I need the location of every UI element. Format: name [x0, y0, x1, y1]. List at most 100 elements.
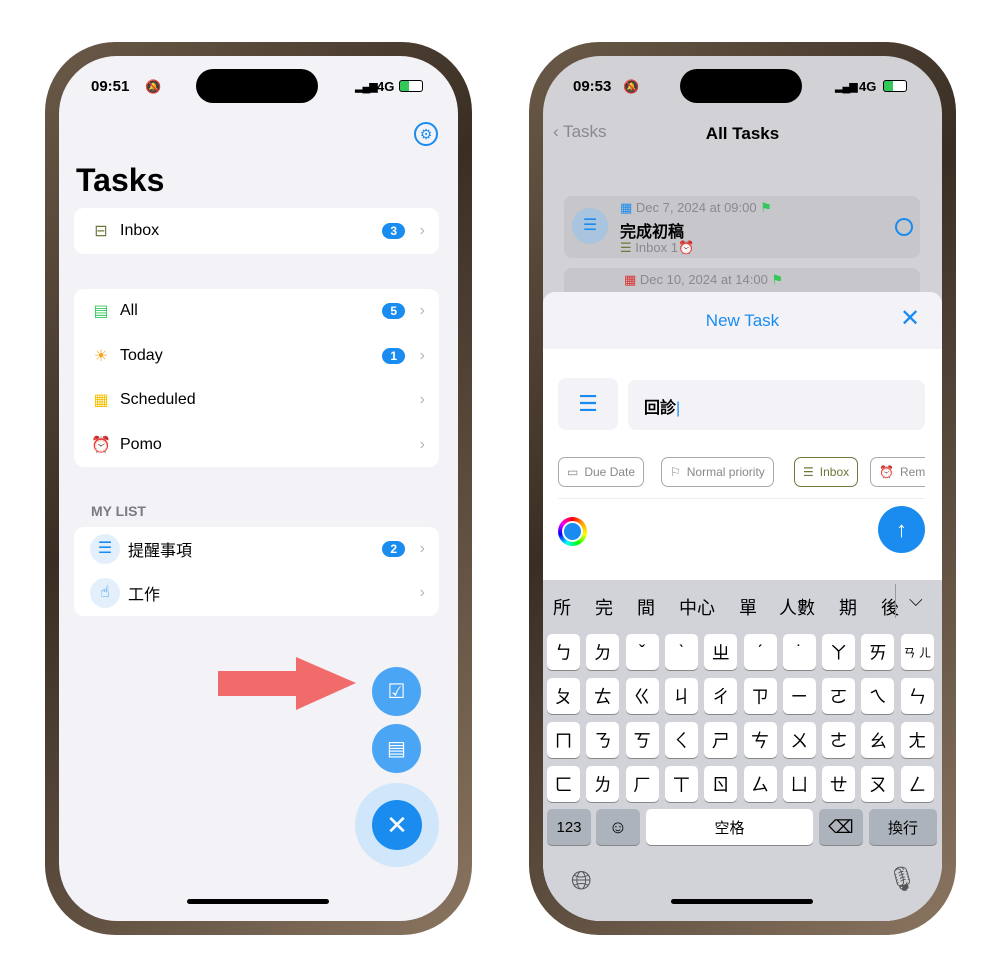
reminder-chip[interactable]: ⏰ Rem	[870, 457, 925, 487]
close-fab-button[interactable]: ✕	[372, 800, 422, 850]
list-item-reminders[interactable]: ☰ 提醒事項 2 ›	[74, 527, 439, 571]
key[interactable]: ㄅ	[547, 634, 580, 670]
candidate-word[interactable]: 人數	[779, 594, 815, 620]
status-time: 09:53	[573, 78, 612, 95]
key[interactable]: ˙	[782, 634, 816, 670]
key[interactable]: ˇ	[625, 634, 659, 670]
settings-gear-icon[interactable]: ⚙	[414, 122, 438, 146]
color-picker-button[interactable]	[558, 517, 587, 546]
key[interactable]: ㄈ	[547, 766, 580, 802]
key[interactable]: ㄛ	[822, 678, 856, 714]
candidate-word[interactable]: 單	[739, 594, 757, 620]
emoji-key[interactable]: ☺	[596, 809, 640, 845]
list-item-scheduled[interactable]: ▦ Scheduled ›	[74, 378, 439, 422]
key[interactable]: ㄣ	[900, 678, 934, 714]
key[interactable]: ㄝ	[822, 766, 856, 802]
count-badge: 2	[382, 541, 405, 557]
key[interactable]: ㄡ	[861, 766, 895, 802]
key[interactable]: ㄙ	[743, 766, 777, 802]
pointer-arrow-icon	[218, 657, 356, 710]
list-item-work[interactable]: ☝ 工作 ›	[74, 571, 439, 615]
emoji-icon: ☺	[608, 816, 628, 837]
key[interactable]: ㄠ	[861, 722, 895, 758]
notebook-icon: ▤	[387, 738, 406, 760]
key[interactable]: ㄇ	[547, 722, 580, 758]
key[interactable]: ㄢ ㄦ	[900, 634, 934, 670]
key[interactable]: ㄋ	[586, 722, 620, 758]
due-date-chip[interactable]: ▭ Due Date	[558, 457, 645, 487]
candidate-word[interactable]: 中心	[679, 594, 715, 620]
reminder-count: 1	[670, 240, 678, 255]
microphone-icon[interactable]: 🎙︎	[887, 865, 917, 894]
key[interactable]: ㄏ	[625, 766, 659, 802]
key[interactable]: ㄘ	[743, 722, 777, 758]
task-row[interactable]: ☰ ▦ Dec 7, 2024 at 09:00 ⚑ 完成初稿 ☰ Inbox …	[564, 196, 920, 258]
key[interactable]: ㄆ	[547, 678, 580, 714]
list-item-pomo[interactable]: ⏰ Pomo ›	[74, 423, 439, 467]
list-item-inbox[interactable]: ⊟ Inbox 3 ›	[74, 209, 439, 253]
expand-candidates-chevron-icon[interactable]: ⌵	[909, 590, 923, 611]
globe-icon[interactable]: 🌐︎	[571, 865, 592, 897]
task-date: ▦ Dec 7, 2024 at 09:00 ⚑	[620, 200, 772, 216]
key[interactable]: ㄒ	[664, 766, 698, 802]
key[interactable]: ˊ	[743, 634, 777, 670]
key[interactable]: ㄑ	[664, 722, 698, 758]
delete-key[interactable]: ⌫	[819, 809, 863, 845]
candidate-bar: 所完間中心單人數期後	[543, 594, 899, 620]
key[interactable]: ㄧ	[782, 678, 816, 714]
key[interactable]: ㄞ	[861, 634, 895, 670]
key[interactable]: ㄎ	[625, 722, 659, 758]
list-item-all[interactable]: ▤ All 5 ›	[74, 289, 439, 333]
chevron-right-icon: ›	[419, 540, 425, 557]
key[interactable]: ㄜ	[822, 722, 856, 758]
candidate-word[interactable]: 完	[595, 594, 613, 620]
flag-icon: ⚑	[767, 272, 784, 287]
keyboard: 所完間中心單人數期後 ⌵ ㄅㄉ ˇ ˋ ㄓ ˊ ˙ ㄚㄞㄢ ㄦㄆㄊㄍㄐㄔㄗㄧㄛㄟㄣㄇㄋㄎㄑㄕ…	[543, 580, 942, 921]
key[interactable]: ㄌ	[586, 766, 620, 802]
submit-button[interactable]: ↑	[878, 506, 925, 553]
chip-label: Inbox	[819, 465, 850, 479]
priority-chip[interactable]: ⚐ Normal priority	[661, 457, 774, 487]
key[interactable]: ㄊ	[586, 678, 620, 714]
status-time: 09:51	[91, 78, 130, 95]
candidate-word[interactable]: 所	[553, 594, 571, 620]
close-icon[interactable]: ✕	[900, 304, 920, 333]
key[interactable]: ㄤ	[900, 722, 934, 758]
key[interactable]: ㄔ	[704, 678, 738, 714]
complete-checkbox[interactable]	[895, 218, 913, 236]
space-key[interactable]: 空格	[646, 809, 813, 845]
key[interactable]: ㄉ	[586, 634, 620, 670]
candidate-word[interactable]: 後	[881, 594, 899, 620]
numbers-key[interactable]: 123	[547, 809, 591, 845]
key[interactable]: ˋ	[664, 634, 698, 670]
nav-title: All Tasks	[705, 124, 780, 143]
key[interactable]: ㄐ	[664, 678, 698, 714]
key[interactable]: ㄨ	[782, 722, 816, 758]
alarm-icon: ⏰	[677, 240, 695, 255]
phone-screen-right: 09:53 🔕 ▂▄▆ 4G ‹ Tasks All Tasks ☰ ▦ Dec…	[543, 56, 942, 921]
list-picker-button[interactable]: ☰	[558, 378, 618, 430]
key[interactable]: ㄖ	[704, 766, 738, 802]
key[interactable]: ㄚ	[822, 634, 856, 670]
dynamic-island	[680, 69, 802, 103]
key[interactable]: ㄩ	[782, 766, 816, 802]
task-date-text: Dec 10, 2024 at 14:00	[639, 272, 768, 287]
my-lists-card: ☰ 提醒事項 2 › ☝ 工作 ›	[74, 527, 439, 616]
key[interactable]: ㄕ	[704, 722, 738, 758]
task-title: 完成初稿	[620, 224, 685, 241]
inbox-chip[interactable]: ☰ Inbox	[794, 457, 859, 487]
task-title-input[interactable]: 回診|	[628, 380, 925, 430]
calendar-icon: ▭	[567, 465, 579, 479]
key[interactable]: ㄟ	[861, 678, 895, 714]
key[interactable]: ㄍ	[625, 678, 659, 714]
candidate-word[interactable]: 期	[839, 594, 857, 620]
key[interactable]: ㄓ	[704, 634, 738, 670]
return-key[interactable]: 換行	[869, 809, 937, 845]
key[interactable]: ㄗ	[743, 678, 777, 714]
new-task-button[interactable]: ☑	[372, 667, 421, 716]
key[interactable]: ㄥ	[900, 766, 934, 802]
list-item-today[interactable]: ☀ Today 1 ›	[74, 334, 439, 378]
new-note-button[interactable]: ▤	[372, 724, 421, 773]
candidate-word[interactable]: 間	[637, 594, 655, 620]
chevron-right-icon: ›	[419, 391, 425, 408]
